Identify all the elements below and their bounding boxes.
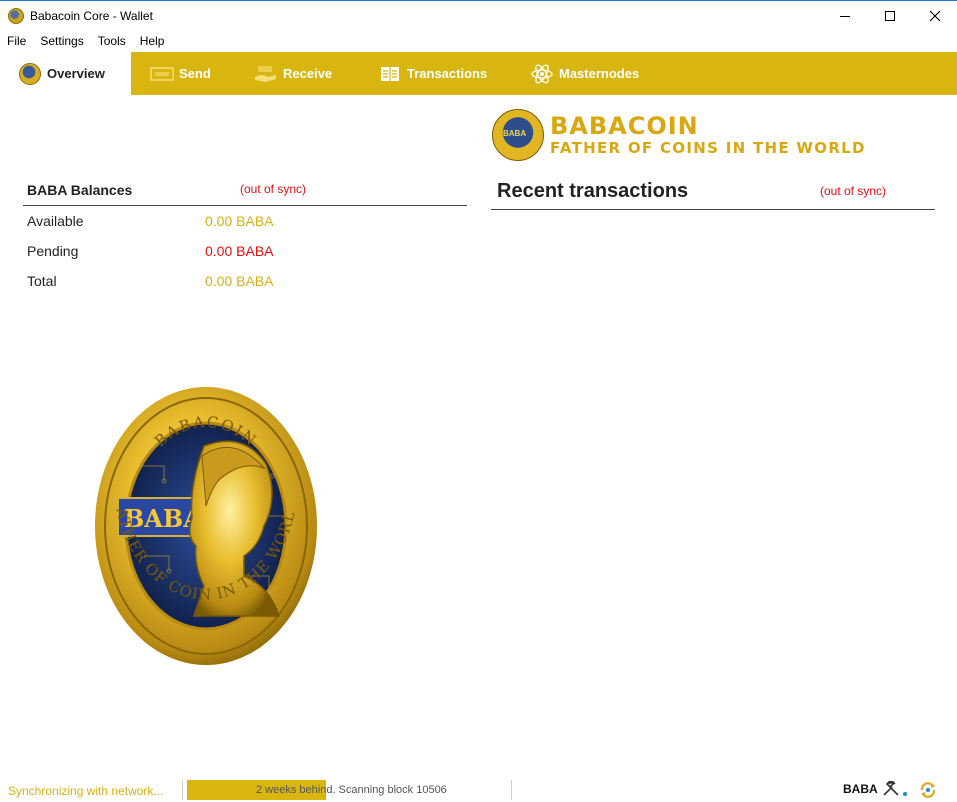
- balances-title: BABA Balances: [27, 182, 133, 198]
- status-separator: [182, 780, 183, 800]
- recent-sync-status[interactable]: (out of sync): [820, 184, 886, 198]
- status-bar: Synchronizing with network... 2 weeks be…: [0, 776, 957, 802]
- tab-masternodes-label: Masternodes: [559, 66, 640, 81]
- tab-receive-label: Receive: [283, 66, 333, 81]
- sync-progress-text: 2 weeks behind. Scanning block 10506: [256, 784, 447, 796]
- babacoin-coin-image: BABA BABACOIN FATHER OF COIN IN THE WORL…: [94, 386, 317, 665]
- close-icon: [929, 10, 941, 22]
- menu-help[interactable]: Help: [133, 31, 172, 52]
- recent-transactions-header: Recent transactions (out of sync): [491, 178, 935, 210]
- balance-row-total: Total 0.00 BABA: [27, 273, 327, 293]
- pending-label: Pending: [27, 243, 79, 259]
- balances-sync-status[interactable]: (out of sync): [240, 182, 306, 196]
- title-bar: Babacoin Core - Wallet: [0, 0, 957, 31]
- status-separator: [511, 780, 512, 800]
- tab-send[interactable]: Send: [150, 52, 211, 95]
- masternodes-icon: [531, 63, 553, 84]
- menu-settings[interactable]: Settings: [33, 31, 90, 52]
- maximize-button[interactable]: [867, 1, 913, 31]
- balances-header: BABA Balances (out of sync): [23, 178, 467, 206]
- brand-coin-icon: BABA: [492, 109, 544, 161]
- available-value: 0.00 BABA: [205, 213, 274, 229]
- tab-overview-label: Overview: [47, 66, 105, 81]
- minimize-button[interactable]: [822, 1, 868, 31]
- brand-name: BABACOIN: [550, 112, 699, 140]
- main-toolbar: Overview Send Receive Transactions Maste…: [0, 52, 957, 95]
- receive-icon: [255, 65, 276, 82]
- total-label: Total: [27, 273, 57, 289]
- menu-bar: File Settings Tools Help: [0, 31, 957, 52]
- sync-progress-bar: 2 weeks behind. Scanning block 10506: [187, 780, 511, 800]
- balance-row-available: Available 0.00 BABA: [27, 213, 327, 233]
- app-icon: [8, 8, 24, 24]
- brand-tagline: FATHER OF COINS IN THE WORLD: [550, 139, 866, 157]
- close-button[interactable]: [912, 1, 957, 31]
- tab-overview[interactable]: Overview: [0, 52, 131, 95]
- window-title: Babacoin Core - Wallet: [30, 9, 153, 23]
- transactions-icon: [381, 66, 399, 81]
- coin-icon: [19, 62, 41, 85]
- total-value: 0.00 BABA: [205, 273, 274, 289]
- pending-value: 0.00 BABA: [205, 243, 274, 259]
- minimize-icon: [840, 15, 850, 17]
- menu-tools[interactable]: Tools: [91, 31, 133, 52]
- tab-send-label: Send: [179, 66, 211, 81]
- send-icon: [150, 66, 174, 81]
- available-label: Available: [27, 213, 84, 229]
- tab-transactions-label: Transactions: [407, 66, 488, 81]
- balance-row-pending: Pending 0.00 BABA: [27, 243, 327, 263]
- recent-transactions-title: Recent transactions: [497, 180, 689, 202]
- maximize-icon: [885, 11, 895, 21]
- brand-coin-label: BABA: [503, 129, 527, 138]
- brand-logo: BABA BABACOIN FATHER OF COINS IN THE WOR…: [492, 108, 866, 162]
- menu-file[interactable]: File: [0, 31, 33, 52]
- hammer-icon[interactable]: [882, 781, 900, 797]
- tab-transactions[interactable]: Transactions: [378, 52, 487, 95]
- display-unit-selector[interactable]: BABA: [843, 782, 878, 796]
- sync-spinner-icon[interactable]: [919, 781, 937, 799]
- connections-icon[interactable]: [903, 792, 907, 796]
- sync-status-label: Synchronizing with network...: [8, 784, 164, 798]
- tab-receive[interactable]: Receive: [254, 52, 332, 95]
- tab-masternodes[interactable]: Masternodes: [530, 52, 639, 95]
